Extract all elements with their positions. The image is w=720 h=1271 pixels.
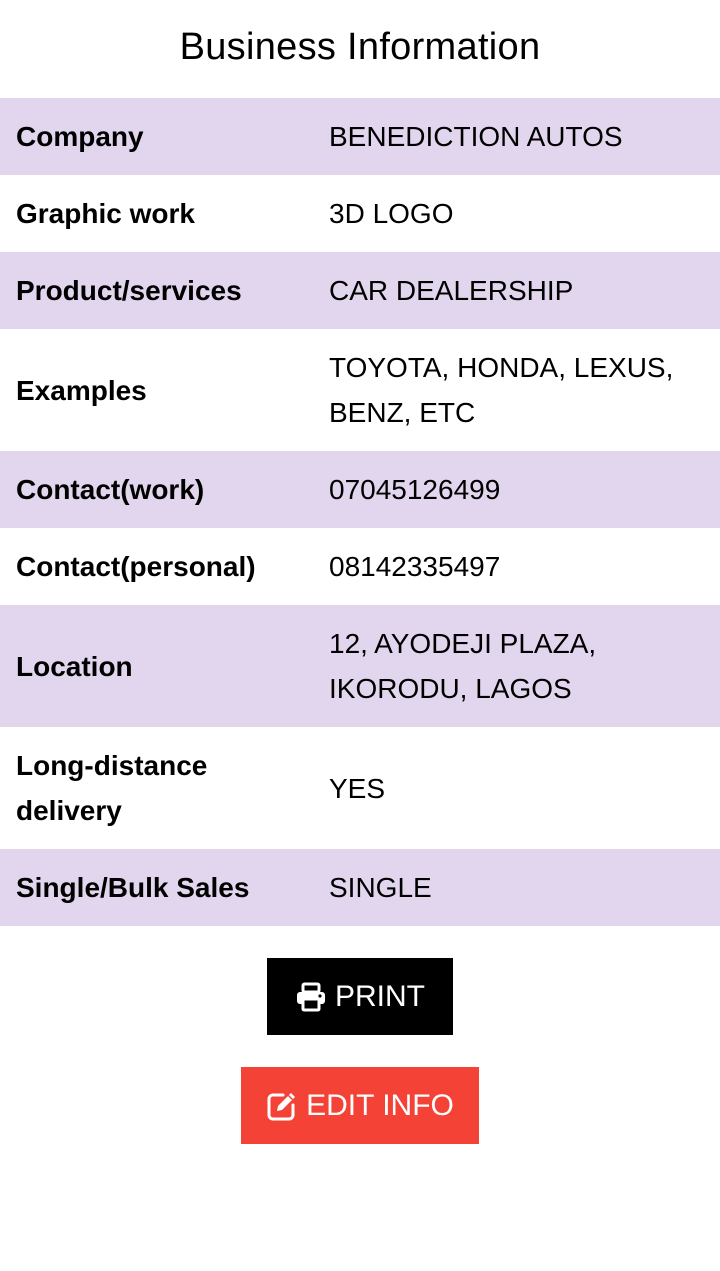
row-label: Product/services — [16, 275, 242, 306]
table-row-contact-work: Contact(work) 07045126499 — [0, 451, 720, 528]
edit-info-button[interactable]: EDIT INFO — [241, 1067, 479, 1144]
row-label: Single/Bulk Sales — [16, 872, 250, 903]
row-label: Contact(work) — [16, 474, 205, 505]
edit-info-button-label: EDIT INFO — [306, 1088, 454, 1122]
row-value: 12, AYODEJI PLAZA, IKORODU, LAGOS — [329, 628, 597, 704]
row-label: Long-distance delivery — [16, 750, 208, 826]
print-button-label: PRINT — [335, 979, 425, 1013]
row-value: 3D LOGO — [329, 198, 454, 229]
table-row-long-distance-delivery: Long-distance delivery YES — [0, 727, 720, 849]
row-value: SINGLE — [329, 872, 432, 903]
table-row-examples: Examples TOYOTA, HONDA, LEXUS, BENZ, ETC — [0, 329, 720, 451]
page-title: Business Information — [179, 26, 541, 68]
row-label: Graphic work — [16, 198, 195, 229]
row-label: Company — [16, 121, 144, 152]
row-value: BENEDICTION AUTOS — [329, 121, 623, 152]
row-label: Examples — [16, 374, 147, 406]
table-row-contact-personal: Contact(personal) 08142335497 — [0, 528, 720, 605]
row-label: Contact(personal) — [16, 551, 256, 582]
business-info-table: Company BENEDICTION AUTOS Graphic work 3… — [0, 98, 720, 926]
row-value: 07045126499 — [329, 474, 501, 505]
print-button[interactable]: PRINT — [267, 958, 453, 1035]
row-label: Location — [16, 650, 133, 682]
row-value: YES — [329, 772, 386, 804]
table-row-company: Company BENEDICTION AUTOS — [0, 98, 720, 175]
row-value: 08142335497 — [329, 551, 501, 582]
row-value: TOYOTA, HONDA, LEXUS, BENZ, ETC — [329, 352, 674, 428]
table-row-location: Location 12, AYODEJI PLAZA, IKORODU, LAG… — [0, 605, 720, 727]
table-row-single-bulk-sales: Single/Bulk Sales SINGLE — [0, 849, 720, 926]
printer-icon — [295, 981, 327, 1013]
action-buttons: PRINT EDIT INFO — [0, 926, 720, 1144]
table-row-product-services: Product/services CAR DEALERSHIP — [0, 252, 720, 329]
edit-icon — [266, 1090, 298, 1122]
row-value: CAR DEALERSHIP — [329, 275, 574, 306]
table-row-graphic-work: Graphic work 3D LOGO — [0, 175, 720, 252]
